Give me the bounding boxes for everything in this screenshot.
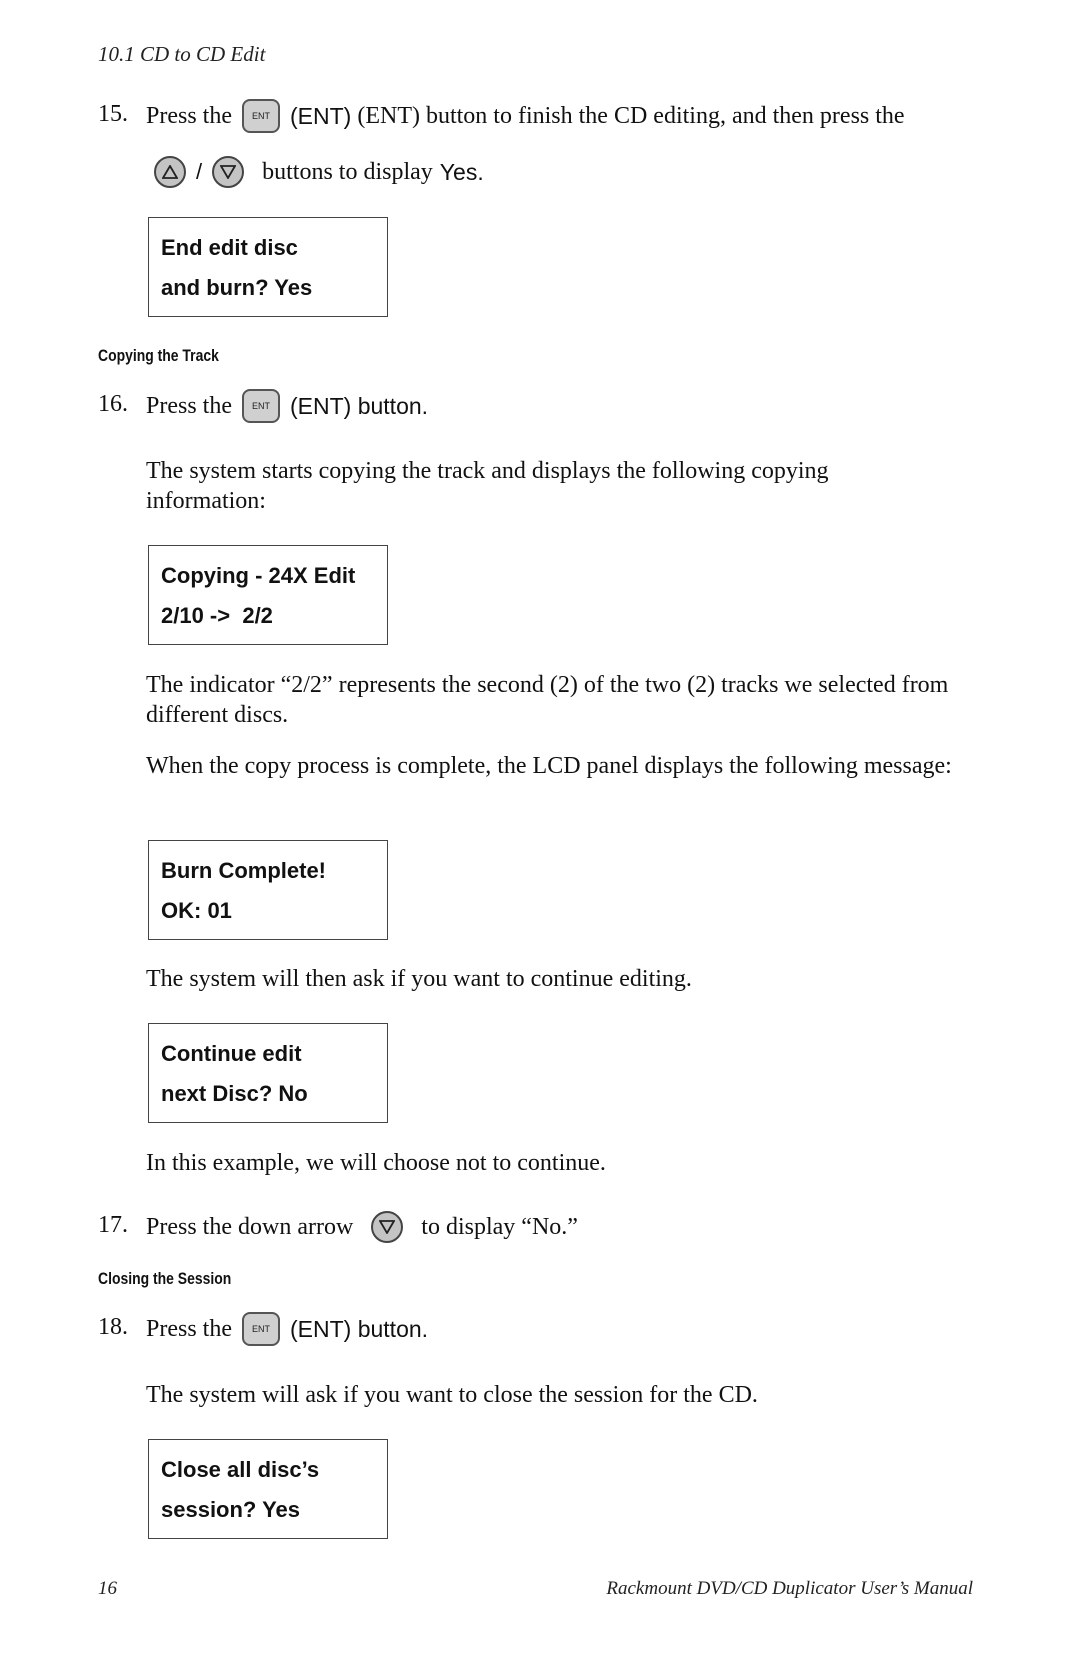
lcd-line-2: OK: 01 <box>161 898 232 923</box>
step-17-line: Press the down arrow to display “No.” <box>146 1209 578 1245</box>
step-17-post: to display “No.” <box>421 1213 578 1240</box>
lcd-line-1: Copying - 24X Edit <box>161 563 356 588</box>
step-15-post-ent: (ENT) <box>290 102 352 129</box>
paragraph-close-session: The system will ask if you want to close… <box>146 1382 758 1408</box>
step-17-number: 17. <box>98 1212 128 1238</box>
subhead-copying-track: Copying the Track <box>98 346 219 365</box>
paragraph-example: In this example, we will choose not to c… <box>146 1150 606 1176</box>
step-15-line1: Press the ENT (ENT) (ENT) button to fini… <box>146 98 905 134</box>
step-15-line2-text: buttons to display <box>262 158 433 185</box>
step-18-pre: Press the <box>146 1315 232 1342</box>
step-15-pre: Press the <box>146 102 232 129</box>
slash-separator: / <box>196 159 203 184</box>
paragraph-copy-start: The system starts copying the track and … <box>146 458 829 514</box>
paragraph-continue: The system will then ask if you want to … <box>146 966 692 992</box>
up-arrow-button-icon <box>154 156 186 188</box>
step-15-line2: / buttons to display Yes. <box>154 154 484 190</box>
step-15-value: Yes. <box>439 158 484 185</box>
lcd-line-2: next Disc? No <box>161 1081 308 1106</box>
lcd-display-close-session: Close all disc’s session? Yes <box>148 1439 388 1539</box>
step-18-line: Press the ENT (ENT) button. <box>146 1311 428 1347</box>
lcd-line-1: Continue edit <box>161 1041 302 1066</box>
lcd-display-burn-complete: Burn Complete! OK: 01 <box>148 840 388 940</box>
down-arrow-button-icon <box>212 156 245 188</box>
step-17-pre: Press the down arrow <box>146 1213 354 1240</box>
section-header: 10.1 CD to CD Edit <box>98 42 266 66</box>
lcd-line-1: Close all disc’s <box>161 1457 320 1482</box>
lcd-line-2: and burn? Yes <box>161 275 313 300</box>
step-15-post: (ENT) button to finish the CD editing, a… <box>357 102 905 129</box>
lcd-display-end-edit: End edit disc and burn? Yes <box>148 217 388 317</box>
manual-title: Rackmount DVD/CD Duplicator User’s Manua… <box>606 1578 973 1599</box>
page-number: 16 <box>98 1578 117 1599</box>
paragraph-complete: When the copy process is complete, the L… <box>146 753 952 779</box>
ent-button-icon: ENT <box>242 99 280 133</box>
lcd-line-1: End edit disc <box>161 235 298 260</box>
paragraph-indicator: The indicator “2/2” represents the secon… <box>146 672 949 728</box>
step-16-pre: Press the <box>146 392 232 419</box>
lcd-line-2: 2/10 -> 2/2 <box>161 603 273 628</box>
step-18-number: 18. <box>98 1314 128 1340</box>
subhead-closing-session: Closing the Session <box>98 1269 232 1288</box>
step-15-number: 15. <box>98 101 128 127</box>
lcd-display-continue-edit: Continue edit next Disc? No <box>148 1023 388 1123</box>
lcd-display-copying: Copying - 24X Edit 2/10 -> 2/2 <box>148 545 388 645</box>
down-arrow-button-icon <box>371 1211 404 1243</box>
step-18-post: (ENT) button. <box>290 1315 429 1342</box>
step-16-post: (ENT) button. <box>290 392 429 419</box>
ent-button-icon: ENT <box>242 389 280 423</box>
lcd-line-1: Burn Complete! <box>161 858 326 883</box>
lcd-line-2: session? Yes <box>161 1497 301 1522</box>
step-16-line: Press the ENT (ENT) button. <box>146 388 428 424</box>
ent-button-icon: ENT <box>242 1312 280 1346</box>
step-16-number: 16. <box>98 391 128 417</box>
